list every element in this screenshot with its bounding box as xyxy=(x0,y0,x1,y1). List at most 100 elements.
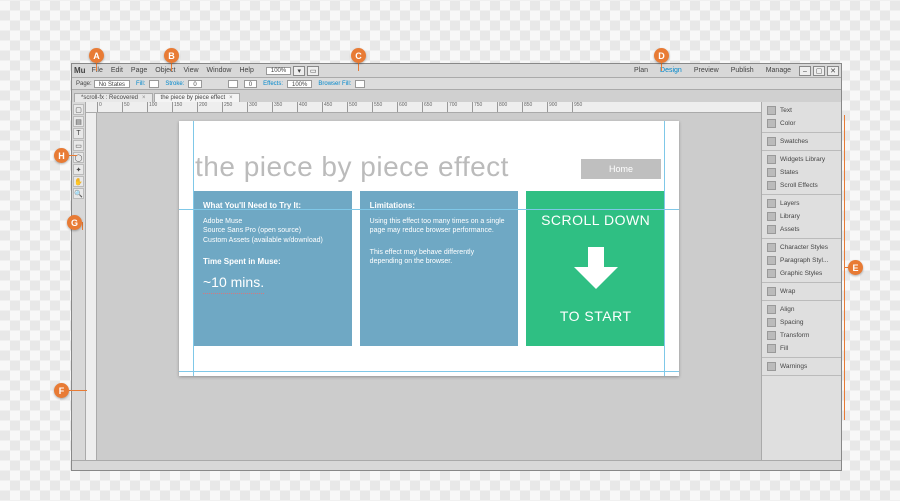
horizontal-ruler: 0501001502002503003504004505005506006507… xyxy=(86,102,761,113)
menu-edit[interactable]: Edit xyxy=(111,67,123,74)
card-heading: Limitations: xyxy=(370,201,509,212)
page[interactable]: the piece by piece effect Home What You'… xyxy=(179,121,679,376)
page-states-dropdown[interactable]: No States xyxy=(94,80,130,88)
hand-tool-icon[interactable]: ✋ xyxy=(73,176,84,187)
home-nav-button[interactable]: Home xyxy=(581,159,661,179)
document-tabs: *scroll-fx : Recovered× the piece by pie… xyxy=(72,90,841,102)
callout-g: G xyxy=(67,215,82,230)
cta-text-bottom: TO START xyxy=(560,307,632,326)
panel-icon xyxy=(767,119,776,128)
canvas[interactable]: the piece by piece effect Home What You'… xyxy=(97,113,761,460)
stroke-control[interactable]: Stroke: xyxy=(165,81,184,87)
mode-preview[interactable]: Preview xyxy=(694,67,719,74)
fill-swatch[interactable] xyxy=(149,80,159,88)
panel-library[interactable]: Library xyxy=(762,210,841,223)
panel-layers[interactable]: Layers xyxy=(762,197,841,210)
layout-toggle-icon[interactable]: ▾ xyxy=(293,66,305,76)
tab-recovered[interactable]: *scroll-fx : Recovered× xyxy=(74,93,153,102)
panel-icon xyxy=(767,243,776,252)
opacity-field[interactable]: 100% xyxy=(287,80,312,88)
panel-spacing[interactable]: Spacing xyxy=(762,316,841,329)
info-card-requirements[interactable]: What You'll Need to Try It: Adobe Muse S… xyxy=(193,191,352,346)
crop-tool-icon[interactable]: ▤ xyxy=(73,116,84,127)
info-card-limitations[interactable]: Limitations: Using this effect too many … xyxy=(360,191,519,346)
panel-icon xyxy=(767,344,776,353)
panel-graphic-styles[interactable]: Graphic Styles xyxy=(762,267,841,280)
card-heading: Time Spent in Muse: xyxy=(203,257,342,268)
panel-transform[interactable]: Transform xyxy=(762,329,841,342)
ellipse-tool-icon[interactable]: ◯ xyxy=(73,152,84,163)
panel-swatches[interactable]: Swatches xyxy=(762,135,841,148)
rectangle-tool-icon[interactable]: ▭ xyxy=(73,140,84,151)
panel-wrap[interactable]: Wrap xyxy=(762,285,841,298)
panel-icon xyxy=(767,362,776,371)
panel-color[interactable]: Color xyxy=(762,117,841,130)
mode-bar: Plan Design Preview Publish Manage – ▢ ✕ xyxy=(628,66,839,76)
panel-assets[interactable]: Assets xyxy=(762,223,841,236)
panel-text[interactable]: Text xyxy=(762,104,841,117)
vertical-ruler xyxy=(86,113,97,460)
menu-view[interactable]: View xyxy=(184,67,199,74)
callout-e: E xyxy=(848,260,863,275)
menu-file[interactable]: File xyxy=(92,67,103,74)
panel-icon xyxy=(767,305,776,314)
panel-fill[interactable]: Fill xyxy=(762,342,841,355)
corner-icon[interactable] xyxy=(228,80,238,88)
window-maximize-icon[interactable]: ▢ xyxy=(813,66,825,76)
page-label: Page: xyxy=(76,81,92,87)
text-tool-icon[interactable]: T xyxy=(73,128,84,139)
effects-tool-icon[interactable]: ✦ xyxy=(73,164,84,175)
menu-page[interactable]: Page xyxy=(131,67,147,74)
arrange-icon[interactable]: ▭ xyxy=(307,66,319,76)
browser-fill-swatch[interactable] xyxy=(355,80,365,88)
panel-icon xyxy=(767,212,776,221)
panel-icon xyxy=(767,168,776,177)
window-minimize-icon[interactable]: – xyxy=(799,66,811,76)
horizontal-guide[interactable] xyxy=(179,209,679,210)
cta-text-top: SCROLL DOWN xyxy=(541,211,650,230)
panel-scroll-effects[interactable]: Scroll Effects xyxy=(762,179,841,192)
down-arrow-icon xyxy=(574,247,618,291)
mode-manage[interactable]: Manage xyxy=(766,67,791,74)
menu-object[interactable]: Object xyxy=(155,67,175,74)
tab-piece-effect[interactable]: the piece by piece effect× xyxy=(154,93,240,102)
fill-control[interactable]: Fill: xyxy=(136,81,145,87)
card-heading: What You'll Need to Try It: xyxy=(203,201,342,212)
panel-align[interactable]: Align xyxy=(762,303,841,316)
stroke-weight-field[interactable]: 0 xyxy=(188,80,201,88)
menu-help[interactable]: Help xyxy=(239,67,253,74)
panel-widgets-library[interactable]: Widgets Library xyxy=(762,153,841,166)
callout-b: B xyxy=(164,48,179,63)
close-icon[interactable]: × xyxy=(142,95,146,101)
rotation-field[interactable]: 0 xyxy=(244,80,257,88)
close-icon[interactable]: × xyxy=(229,95,233,101)
panel-icon xyxy=(767,331,776,340)
control-bar: Page: No States Fill: Stroke: 0 0 Effect… xyxy=(72,78,841,90)
time-value: ~10 mins. xyxy=(203,273,264,294)
menu-bar: Mu File Edit Page Object View Window Hel… xyxy=(72,64,841,78)
panel-icon xyxy=(767,287,776,296)
status-bar xyxy=(72,460,841,470)
panel-character-styles[interactable]: Character Styles xyxy=(762,241,841,254)
browser-fill-control[interactable]: Browser Fill: xyxy=(318,81,351,87)
panel-states[interactable]: States xyxy=(762,166,841,179)
window-close-icon[interactable]: ✕ xyxy=(827,66,839,76)
panel-icon xyxy=(767,269,776,278)
menu-window[interactable]: Window xyxy=(207,67,232,74)
effects-control[interactable]: Effects: xyxy=(263,81,283,87)
panel-icon xyxy=(767,256,776,265)
mode-publish[interactable]: Publish xyxy=(731,67,754,74)
panel-icon xyxy=(767,318,776,327)
selection-tool-icon[interactable]: ▢ xyxy=(73,104,84,115)
app-window: Mu File Edit Page Object View Window Hel… xyxy=(71,63,842,471)
horizontal-guide[interactable] xyxy=(179,371,679,372)
canvas-area: 0501001502002503003504004505005506006507… xyxy=(86,102,761,460)
scroll-cta-card[interactable]: SCROLL DOWN TO START xyxy=(526,191,665,346)
mode-plan[interactable]: Plan xyxy=(634,67,648,74)
zoom-field[interactable]: 100% xyxy=(266,67,291,75)
panel-icon xyxy=(767,225,776,234)
panel-warnings[interactable]: Warnings xyxy=(762,360,841,373)
mode-design[interactable]: Design xyxy=(660,67,682,74)
zoom-tool-icon[interactable]: 🔍 xyxy=(73,188,84,199)
panel-paragraph-styl-[interactable]: Paragraph Styl... xyxy=(762,254,841,267)
